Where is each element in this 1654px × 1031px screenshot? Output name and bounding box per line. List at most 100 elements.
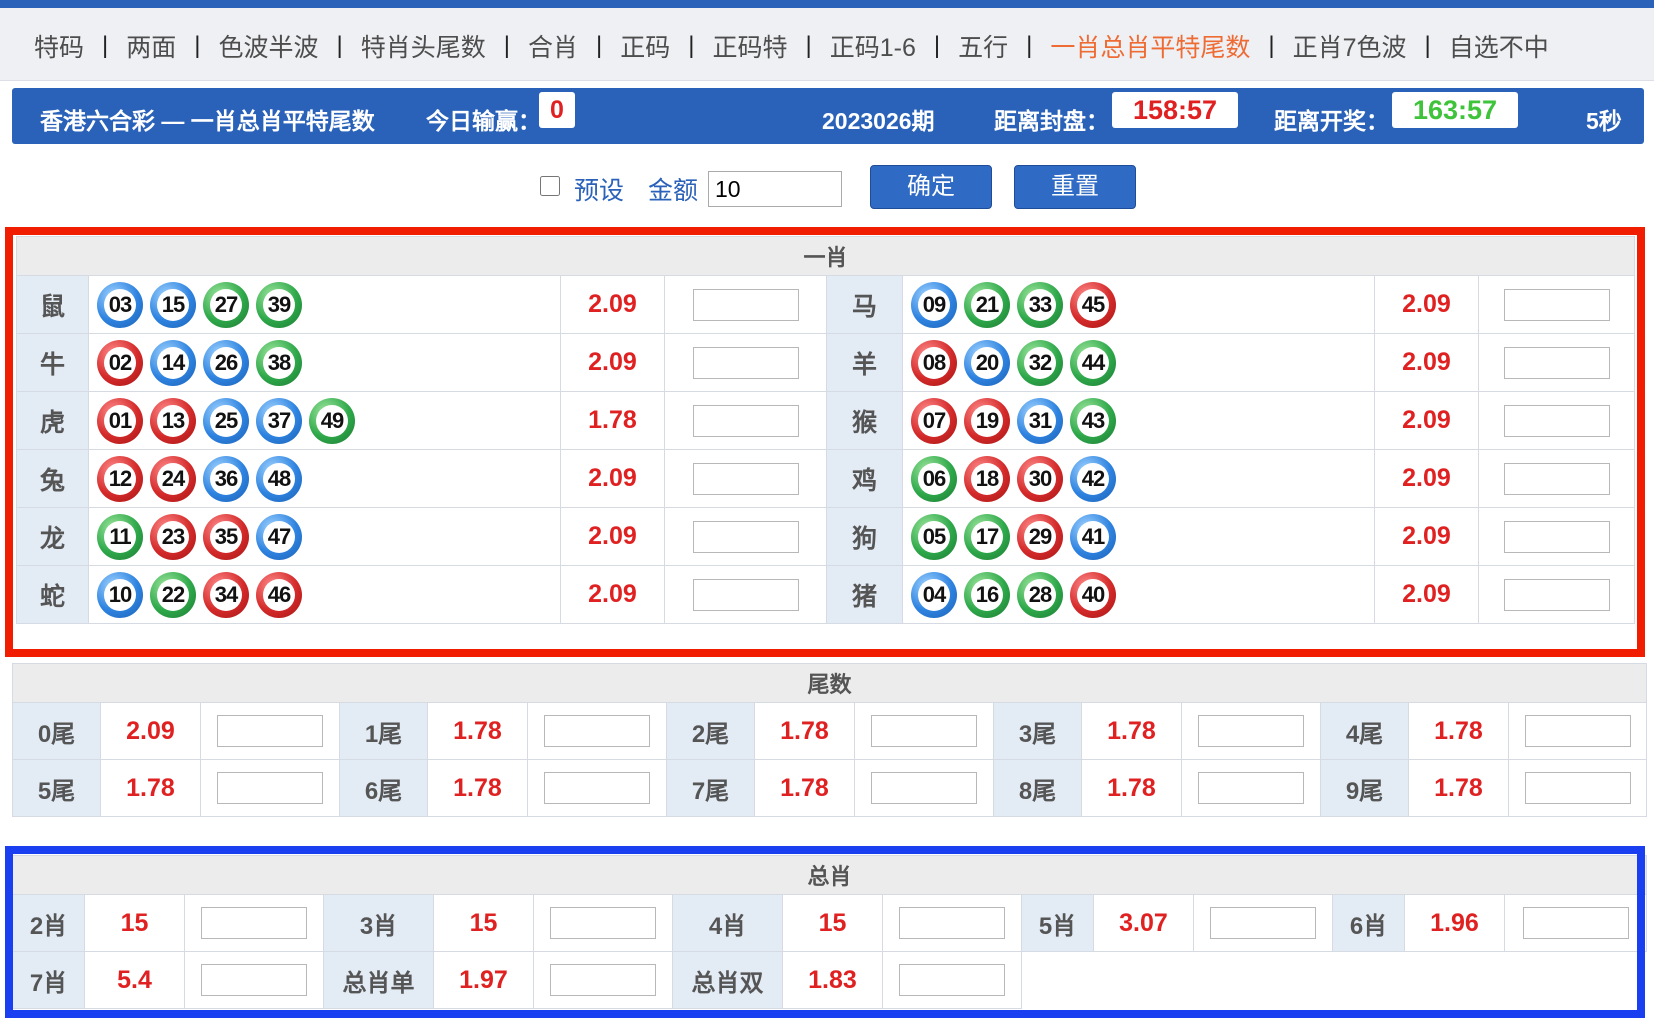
nav-tab[interactable]: 正码特 (713, 28, 788, 64)
bet-amount-input[interactable] (217, 715, 323, 747)
odds-value: 5.4 (84, 951, 185, 1009)
bet-amount-input[interactable] (1503, 404, 1610, 437)
number-ball: 41 (1070, 513, 1116, 560)
confirm-button[interactable]: 确定 (870, 165, 992, 209)
nav-tab[interactable]: 特码 (34, 28, 84, 64)
yixiao-row: 牛 02 14 26 38 2.09 羊 08 20 32 44 2.09 (16, 333, 1636, 392)
nav-tab[interactable]: 正肖7色波 (1293, 28, 1407, 64)
number-ball: 20 (964, 339, 1010, 386)
bet-amount-input[interactable] (1503, 578, 1610, 611)
bet-amount-input[interactable] (692, 346, 799, 379)
bet-amount-input[interactable] (1503, 462, 1610, 495)
ball-number: 21 (971, 288, 1003, 321)
reset-button[interactable]: 重置 (1014, 165, 1136, 209)
bet-amount-input[interactable] (692, 520, 799, 553)
nav-tab[interactable]: 特肖头尾数 (361, 28, 486, 64)
ball-number: 24 (157, 462, 189, 495)
weishu-label: 8尾 (993, 759, 1082, 817)
draw-countdown-label: 距离开奖： (1274, 108, 1389, 134)
nav-separator: | (1268, 32, 1275, 59)
bet-amount-input[interactable] (692, 288, 799, 321)
zongxiao-label: 3肖 (323, 894, 434, 952)
number-ball: 05 (911, 513, 957, 560)
number-ball: 25 (203, 397, 249, 444)
bet-cell (1503, 894, 1648, 952)
zongxiao-label: 6肖 (1332, 894, 1405, 952)
bet-amount-input[interactable] (899, 964, 1005, 996)
ball-number: 12 (104, 462, 136, 495)
bet-amount-input[interactable] (550, 907, 656, 939)
nav-tab[interactable]: 正码1-6 (830, 28, 916, 64)
weishu-label: 4尾 (1320, 702, 1409, 760)
today-winloss-label: 今日输赢： (426, 108, 541, 134)
weishu-title: 尾数 (11, 663, 1648, 703)
odds-value: 1.78 (427, 702, 528, 760)
nav-tab[interactable]: 自选不中 (1449, 28, 1549, 64)
ball-number: 42 (1077, 462, 1109, 495)
bet-amount-input[interactable] (692, 462, 799, 495)
nav-tab[interactable]: 正码 (620, 28, 670, 64)
bet-amount-input[interactable] (201, 964, 307, 996)
ball-number: 07 (918, 404, 950, 437)
bet-amount-input[interactable] (1503, 520, 1610, 553)
weishu-row: 5尾 1.78 6尾 1.78 7尾 1.78 8尾 1.78 9尾 1.78 (12, 759, 1648, 817)
refresh-interval[interactable]: 5秒 (1586, 102, 1622, 136)
bet-amount-input[interactable] (217, 772, 323, 804)
bet-amount-input[interactable] (1210, 907, 1316, 939)
bet-amount-input[interactable] (692, 578, 799, 611)
bet-amount-input[interactable] (1524, 772, 1631, 804)
bet-cell (664, 391, 827, 450)
bet-amount-input[interactable] (1198, 715, 1304, 747)
nav-tab[interactable]: 一肖总肖平特尾数 (1050, 28, 1250, 64)
bet-amount-input[interactable] (1503, 288, 1610, 321)
nav-tabs: 特码 | 两面 | 色波半波 | 特肖头尾数 | 合肖 | 正码 | 正码特 | 正码1-6 | 五行 | 一肖总肖… (34, 28, 1549, 64)
bet-amount-input[interactable] (544, 715, 650, 747)
nav-tab[interactable]: 合肖 (528, 28, 578, 64)
bet-cell (854, 759, 994, 817)
bet-amount-input[interactable] (550, 964, 656, 996)
bet-amount-input[interactable] (692, 404, 799, 437)
yixiao-row: 鼠 03 15 27 39 2.09 马 09 21 33 45 2.09 (16, 275, 1636, 334)
zodiac-balls: 08 20 32 44 (902, 333, 1375, 392)
bet-amount-input[interactable] (1522, 907, 1629, 939)
ball-number: 01 (104, 404, 136, 437)
bet-cell (1477, 507, 1636, 566)
amount-input[interactable] (708, 171, 842, 207)
nav-tab[interactable]: 五行 (958, 28, 1008, 64)
number-ball: 40 (1070, 571, 1116, 618)
ball-number: 33 (1024, 288, 1056, 321)
bet-amount-input[interactable] (1503, 346, 1610, 379)
bet-amount-input[interactable] (1524, 715, 1631, 747)
nav-tab[interactable]: 两面 (126, 28, 176, 64)
preset-checkbox[interactable] (540, 176, 560, 196)
odds-value: 2.09 (560, 333, 665, 392)
ball-number: 31 (1024, 404, 1056, 437)
bet-cell (1181, 702, 1321, 760)
ball-number: 05 (918, 520, 950, 553)
number-ball: 42 (1070, 455, 1116, 502)
bet-amount-input[interactable] (871, 772, 977, 804)
nav-separator: | (503, 32, 510, 59)
number-ball: 02 (97, 339, 143, 386)
bet-amount-input[interactable] (201, 907, 307, 939)
ball-number: 04 (918, 578, 950, 611)
number-ball: 47 (256, 513, 302, 560)
amount-label: 金额 (648, 177, 699, 205)
nav-tab[interactable]: 色波半波 (219, 28, 319, 64)
weishu-label: 2尾 (666, 702, 755, 760)
bet-amount-input[interactable] (899, 907, 1005, 939)
zongxiao-label: 总肖单 (323, 951, 434, 1009)
bet-cell (200, 702, 340, 760)
bet-amount-input[interactable] (1198, 772, 1304, 804)
bet-cell (184, 951, 324, 1009)
zongxiao-row: 2肖 15 3肖 15 4肖 15 5肖 3.07 6肖 1.96 (12, 894, 1648, 952)
number-ball: 19 (964, 397, 1010, 444)
yixiao-row: 虎 01 13 25 37 49 1.78 猴 07 19 31 43 2.09 (16, 391, 1636, 450)
draw-countdown-value: 163:57 (1392, 92, 1518, 128)
zodiac-balls: 10 22 34 46 (88, 565, 561, 624)
bet-amount-input[interactable] (544, 772, 650, 804)
empty-cell (1022, 952, 1333, 1009)
ball-number: 23 (157, 520, 189, 553)
game-title: 香港六合彩 — 一肖总肖平特尾数 (40, 108, 375, 134)
bet-amount-input[interactable] (871, 715, 977, 747)
